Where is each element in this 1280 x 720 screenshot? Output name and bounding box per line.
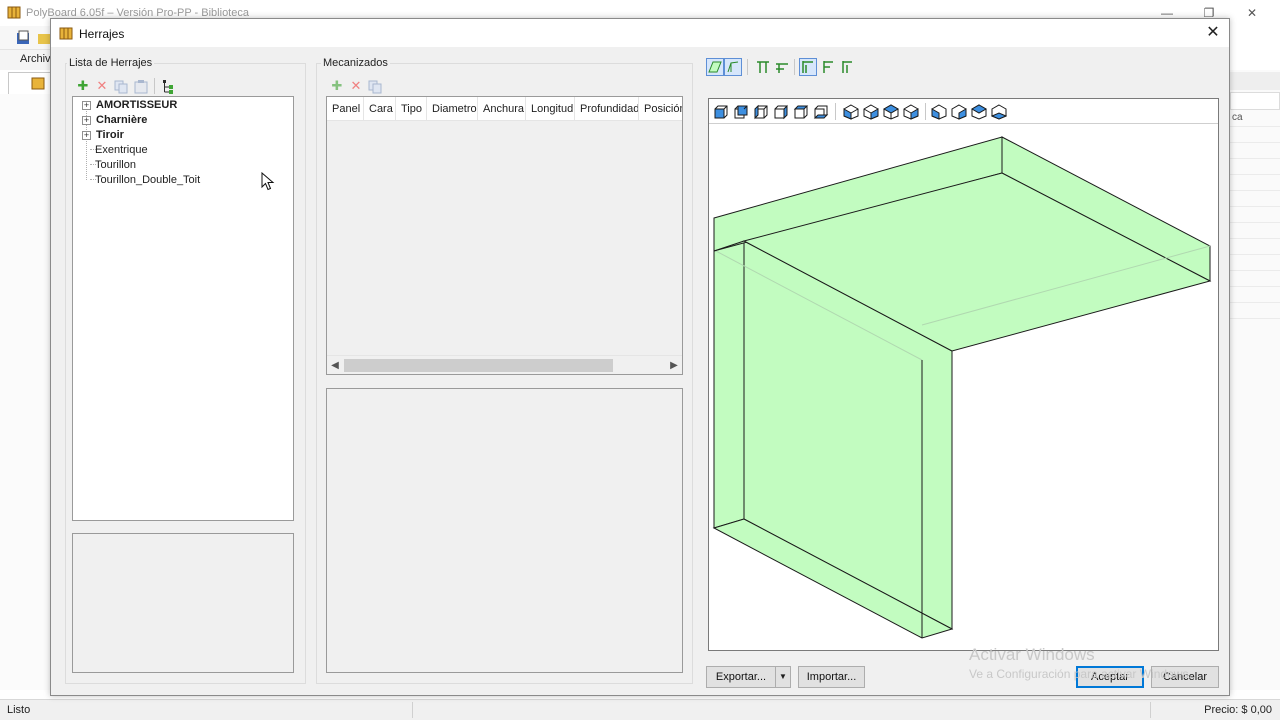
align-right-icon[interactable] xyxy=(839,59,855,75)
perspective-icon xyxy=(708,61,722,73)
machining-label: Mecanizados xyxy=(321,57,390,69)
machining-table-header: Panel Cara Tipo Diametro Anchura Longitu… xyxy=(327,97,682,121)
export-button[interactable]: Exportar... xyxy=(706,666,776,688)
app-tab[interactable] xyxy=(8,72,52,94)
dialog-titlebar: Herrajes ✕ xyxy=(51,19,1229,47)
view-left-icon[interactable] xyxy=(753,104,769,120)
library-icon xyxy=(31,77,45,90)
col-anchura[interactable]: Anchura xyxy=(478,97,526,121)
iso-view-7-icon[interactable] xyxy=(971,104,987,120)
add-hardware-icon[interactable]: ✚ xyxy=(75,78,91,94)
right-pane-combo[interactable] xyxy=(1230,92,1280,110)
copy-hardware-icon[interactable] xyxy=(113,79,129,95)
expand-charniere-icon[interactable]: + xyxy=(82,116,91,125)
view-right-icon[interactable] xyxy=(773,104,789,120)
folder-icon[interactable] xyxy=(16,30,32,46)
align-center-icon[interactable] xyxy=(820,59,836,75)
horizontal-scrollbar[interactable]: ◀ ▶ xyxy=(327,355,682,374)
tree-item-tiroir[interactable]: Tiroir xyxy=(96,129,124,141)
app-icon xyxy=(7,6,21,19)
align-top-icon[interactable] xyxy=(755,59,771,75)
col-diametro[interactable]: Diametro xyxy=(427,97,478,121)
view-top-icon[interactable] xyxy=(793,104,809,120)
tree-item-charniere[interactable]: Charnière xyxy=(96,114,147,126)
iso-view-5-icon[interactable] xyxy=(931,104,947,120)
add-machining-icon[interactable]: ✚ xyxy=(329,78,345,94)
hardware-tree[interactable]: + AMORTISSEUR + Charnière + Tiroir Exent… xyxy=(72,96,294,521)
import-button[interactable]: Importar... xyxy=(798,666,865,688)
tree-item-tourillon[interactable]: Tourillon xyxy=(95,159,136,171)
iso-view-1-icon[interactable] xyxy=(843,104,859,120)
3d-model[interactable] xyxy=(709,125,1218,650)
expand-tiroir-icon[interactable]: + xyxy=(82,131,91,140)
col-tipo[interactable]: Tipo xyxy=(396,97,427,121)
export-dropdown-icon[interactable]: ▼ xyxy=(775,666,791,688)
menu-archivo[interactable]: Archiv xyxy=(20,53,51,65)
app-right-pane: ca xyxy=(1230,70,1280,690)
close-icon[interactable]: ✕ xyxy=(1201,21,1225,45)
close-app-icon[interactable]: ✕ xyxy=(1237,3,1267,23)
hardware-list-label: Lista de Herrajes xyxy=(67,57,155,69)
dialog-title: Herrajes xyxy=(79,27,125,41)
scroll-right-icon[interactable]: ▶ xyxy=(667,358,681,373)
align-left-button[interactable] xyxy=(799,58,817,76)
view-bottom-icon[interactable] xyxy=(813,104,829,120)
herrajes-dialog: Herrajes ✕ Lista de Herrajes ✚ ✕ + AMORT… xyxy=(50,18,1230,696)
align-left-icon xyxy=(802,61,813,73)
tree-view-icon[interactable] xyxy=(161,79,177,95)
wireframe-icon xyxy=(727,61,739,73)
3d-viewer[interactable] xyxy=(708,98,1219,651)
col-cara[interactable]: Cara xyxy=(364,97,396,121)
dialog-icon xyxy=(59,27,73,40)
activation-watermark-title: Activar Windows xyxy=(969,645,1095,664)
delete-hardware-icon[interactable]: ✕ xyxy=(94,78,110,94)
machining-detail-box xyxy=(326,388,683,673)
view-orientation-toolbar xyxy=(709,99,1218,124)
scrollbar-thumb[interactable] xyxy=(344,359,613,372)
col-profundidad[interactable]: Profundidad xyxy=(575,97,639,121)
machining-table[interactable]: Panel Cara Tipo Diametro Anchura Longitu… xyxy=(326,96,683,375)
activation-watermark-text: Ve a Configuración para activar Windows. xyxy=(969,667,1192,681)
status-text: Listo xyxy=(7,704,31,716)
mouse-cursor-icon xyxy=(261,172,275,191)
view-back-icon[interactable] xyxy=(733,104,749,120)
tree-item-amortisseur[interactable]: AMORTISSEUR xyxy=(96,99,177,111)
paste-hardware-icon[interactable] xyxy=(133,79,149,95)
expand-amortisseur-icon[interactable]: + xyxy=(82,101,91,110)
status-bar: Listo Precio: $ 0,00 xyxy=(0,699,1280,720)
view-front-icon[interactable] xyxy=(713,104,729,120)
tree-item-tourillon-double-toit[interactable]: Tourillon_Double_Toit xyxy=(95,174,200,186)
align-mid-icon[interactable] xyxy=(774,59,790,75)
right-pane-text: ca xyxy=(1232,112,1243,123)
app-menubar: Archiv xyxy=(0,50,52,70)
iso-view-4-icon[interactable] xyxy=(903,104,919,120)
col-longitud[interactable]: Longitud xyxy=(526,97,575,121)
iso-view-3-icon[interactable] xyxy=(883,104,899,120)
hardware-preview-box xyxy=(72,533,294,673)
tree-item-exentrique[interactable]: Exentrique xyxy=(95,144,148,156)
price-text: Precio: $ 0,00 xyxy=(1204,704,1272,716)
iso-view-6-icon[interactable] xyxy=(951,104,967,120)
view-wireframe-button[interactable] xyxy=(724,58,742,76)
col-posicion[interactable]: Posición xyxy=(639,97,682,121)
iso-view-8-icon[interactable] xyxy=(991,104,1007,120)
iso-view-2-icon[interactable] xyxy=(863,104,879,120)
delete-machining-icon[interactable]: ✕ xyxy=(348,78,364,94)
view-perspective-button[interactable] xyxy=(706,58,724,76)
app-toolbar xyxy=(0,26,52,50)
scroll-left-icon[interactable]: ◀ xyxy=(328,358,342,373)
app-left-pane xyxy=(0,94,52,690)
col-panel[interactable]: Panel xyxy=(327,97,364,121)
right-pane-header xyxy=(1230,72,1280,90)
copy-machining-icon[interactable] xyxy=(367,79,383,95)
